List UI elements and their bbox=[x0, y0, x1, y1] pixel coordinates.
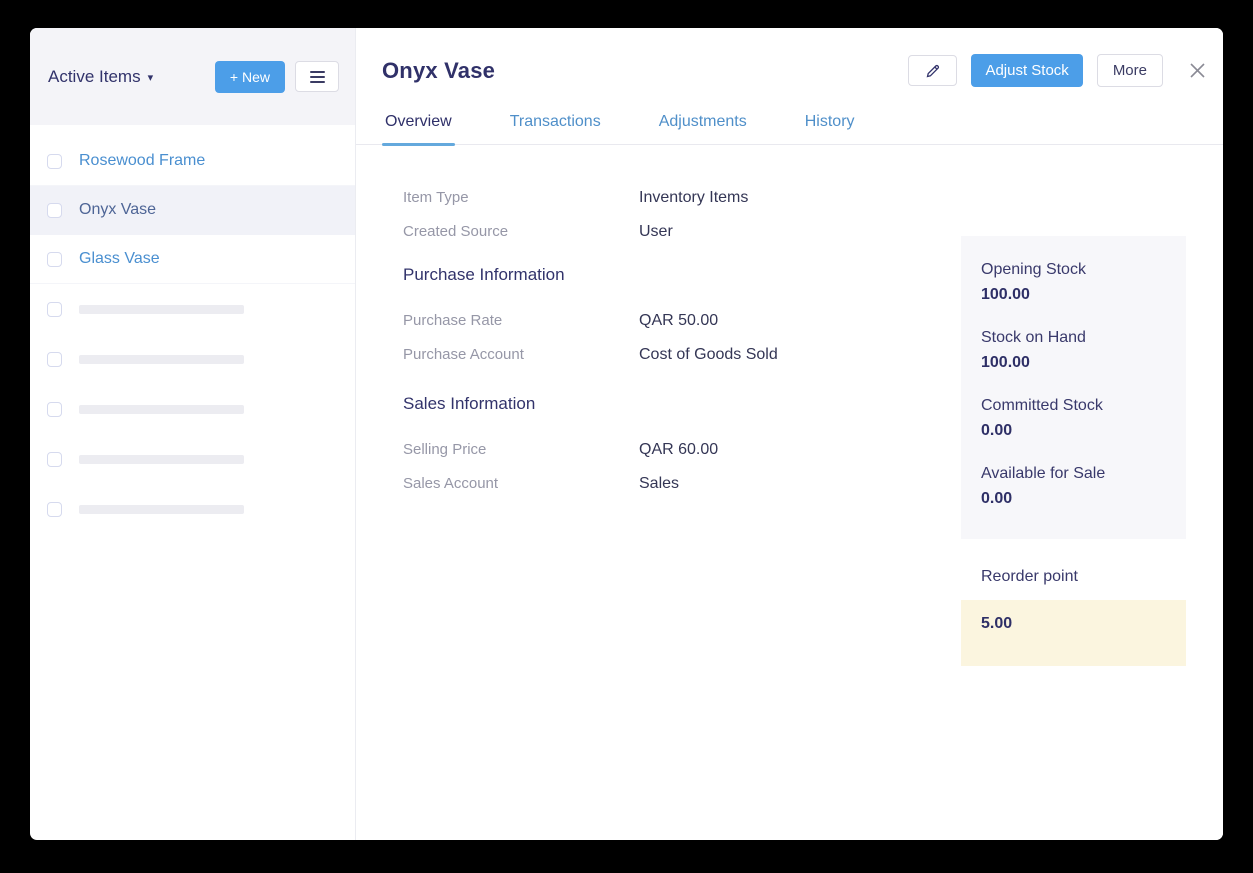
field-value: QAR 60.00 bbox=[639, 441, 719, 458]
field-purchase-rate: Purchase Rate QAR 50.00 bbox=[403, 312, 778, 330]
edit-button[interactable] bbox=[908, 55, 958, 86]
stat-value: 0.00 bbox=[981, 490, 1013, 507]
new-item-button[interactable]: + New bbox=[214, 60, 285, 93]
tab-adjustments[interactable]: Adjustments bbox=[656, 103, 750, 144]
reorder-point-box: 5.00 bbox=[961, 600, 1186, 666]
active-items-filter-dropdown[interactable]: Active Items ▾ bbox=[48, 67, 153, 87]
header-actions: Adjust Stock More bbox=[908, 54, 1206, 87]
field-selling-price: Selling Price QAR 60.00 bbox=[403, 441, 778, 459]
skeleton-row bbox=[30, 384, 355, 434]
stat-committed-stock: Committed Stock 0.00 bbox=[981, 397, 1166, 440]
adjust-stock-button[interactable]: Adjust Stock bbox=[971, 54, 1083, 87]
stat-available-for-sale: Available for Sale 0.00 bbox=[981, 465, 1166, 508]
sidebar-header: Active Items ▾ + New bbox=[30, 28, 355, 125]
item-label[interactable]: Rosewood Frame bbox=[79, 152, 205, 170]
item-checkbox[interactable] bbox=[47, 501, 62, 517]
field-value: QAR 50.00 bbox=[639, 312, 719, 329]
stat-value: 0.00 bbox=[981, 422, 1013, 439]
field-label: Purchase Rate bbox=[403, 312, 503, 329]
purchase-information-heading: Purchase Information bbox=[403, 265, 565, 284]
stat-stock-on-hand: Stock on Hand 100.00 bbox=[981, 329, 1166, 372]
skeleton-row bbox=[30, 434, 355, 484]
field-label: Purchase Account bbox=[403, 346, 524, 363]
field-created-source: Created Source User bbox=[403, 223, 778, 241]
app-window: Active Items ▾ + New Rosewood Frame Onyx… bbox=[30, 28, 1223, 840]
item-checkbox[interactable] bbox=[47, 451, 62, 467]
item-checkbox[interactable] bbox=[47, 351, 62, 367]
filter-label: Active Items bbox=[48, 66, 141, 86]
stat-opening-stock: Opening Stock 100.00 bbox=[981, 261, 1166, 304]
skeleton-placeholder bbox=[79, 504, 244, 514]
item-list: Rosewood Frame Onyx Vase Glass Vase bbox=[30, 137, 355, 534]
reorder-point-value: 5.00 bbox=[981, 615, 1013, 632]
field-label: Created Source bbox=[403, 223, 509, 240]
item-checkbox[interactable] bbox=[47, 401, 62, 417]
field-label: Item Type bbox=[403, 189, 469, 206]
caret-down-icon: ▾ bbox=[147, 72, 154, 84]
item-label[interactable]: Glass Vase bbox=[79, 250, 160, 268]
field-sales-account: Sales Account Sales bbox=[403, 475, 778, 493]
item-checkbox[interactable] bbox=[47, 251, 62, 267]
sales-information-heading: Sales Information bbox=[403, 394, 536, 413]
item-row-onyx-vase[interactable]: Onyx Vase bbox=[30, 186, 355, 235]
skeleton-row bbox=[30, 484, 355, 534]
field-label: Sales Account bbox=[403, 475, 499, 492]
stat-value: 100.00 bbox=[981, 354, 1030, 371]
skeleton-placeholder bbox=[79, 404, 244, 414]
item-detail-panel: Onyx Vase Adjust Stock More Overview Tra… bbox=[356, 28, 1223, 840]
item-row-rosewood-frame[interactable]: Rosewood Frame bbox=[30, 137, 355, 186]
skeleton-row bbox=[30, 334, 355, 384]
stat-label: Opening Stock bbox=[981, 261, 1086, 278]
reorder-point-label: Reorder point bbox=[981, 568, 1078, 585]
field-value: User bbox=[639, 223, 673, 240]
skeleton-placeholder bbox=[79, 454, 244, 464]
stat-label: Stock on Hand bbox=[981, 329, 1086, 346]
item-checkbox[interactable] bbox=[47, 202, 62, 218]
detail-header: Onyx Vase Adjust Stock More bbox=[356, 28, 1223, 87]
item-checkbox[interactable] bbox=[47, 301, 62, 317]
close-icon[interactable] bbox=[1189, 62, 1206, 79]
field-value: Sales bbox=[639, 475, 680, 492]
stat-value: 100.00 bbox=[981, 286, 1030, 303]
stat-label: Available for Sale bbox=[981, 465, 1106, 482]
field-label: Selling Price bbox=[403, 441, 487, 458]
item-checkbox[interactable] bbox=[47, 153, 62, 169]
field-item-type: Item Type Inventory Items bbox=[403, 189, 778, 207]
item-fields: Item Type Inventory Items Created Source… bbox=[356, 145, 778, 509]
tab-history[interactable]: History bbox=[802, 103, 858, 144]
more-button[interactable]: More bbox=[1096, 54, 1163, 87]
stock-summary: Opening Stock 100.00 Stock on Hand 100.0… bbox=[961, 236, 1186, 666]
skeleton-placeholder bbox=[79, 354, 244, 364]
field-value: Cost of Goods Sold bbox=[639, 346, 778, 363]
hamburger-icon bbox=[309, 70, 325, 83]
field-value: Inventory Items bbox=[639, 189, 749, 206]
pencil-icon bbox=[926, 64, 939, 77]
detail-tabs: Overview Transactions Adjustments Histor… bbox=[356, 103, 1223, 146]
list-menu-button[interactable] bbox=[295, 61, 339, 92]
tab-overview[interactable]: Overview bbox=[382, 103, 455, 146]
tab-transactions[interactable]: Transactions bbox=[507, 103, 604, 144]
items-sidebar: Active Items ▾ + New Rosewood Frame Onyx… bbox=[30, 28, 356, 840]
page-title: Onyx Vase bbox=[382, 57, 496, 83]
stock-panel: Opening Stock 100.00 Stock on Hand 100.0… bbox=[961, 236, 1186, 539]
skeleton-row bbox=[30, 284, 355, 334]
field-purchase-account: Purchase Account Cost of Goods Sold bbox=[403, 346, 778, 364]
stat-label: Committed Stock bbox=[981, 397, 1103, 414]
skeleton-placeholder bbox=[79, 304, 244, 314]
overview-content: Item Type Inventory Items Created Source… bbox=[356, 145, 1223, 840]
item-row-glass-vase[interactable]: Glass Vase bbox=[30, 235, 355, 284]
item-label[interactable]: Onyx Vase bbox=[79, 201, 156, 219]
